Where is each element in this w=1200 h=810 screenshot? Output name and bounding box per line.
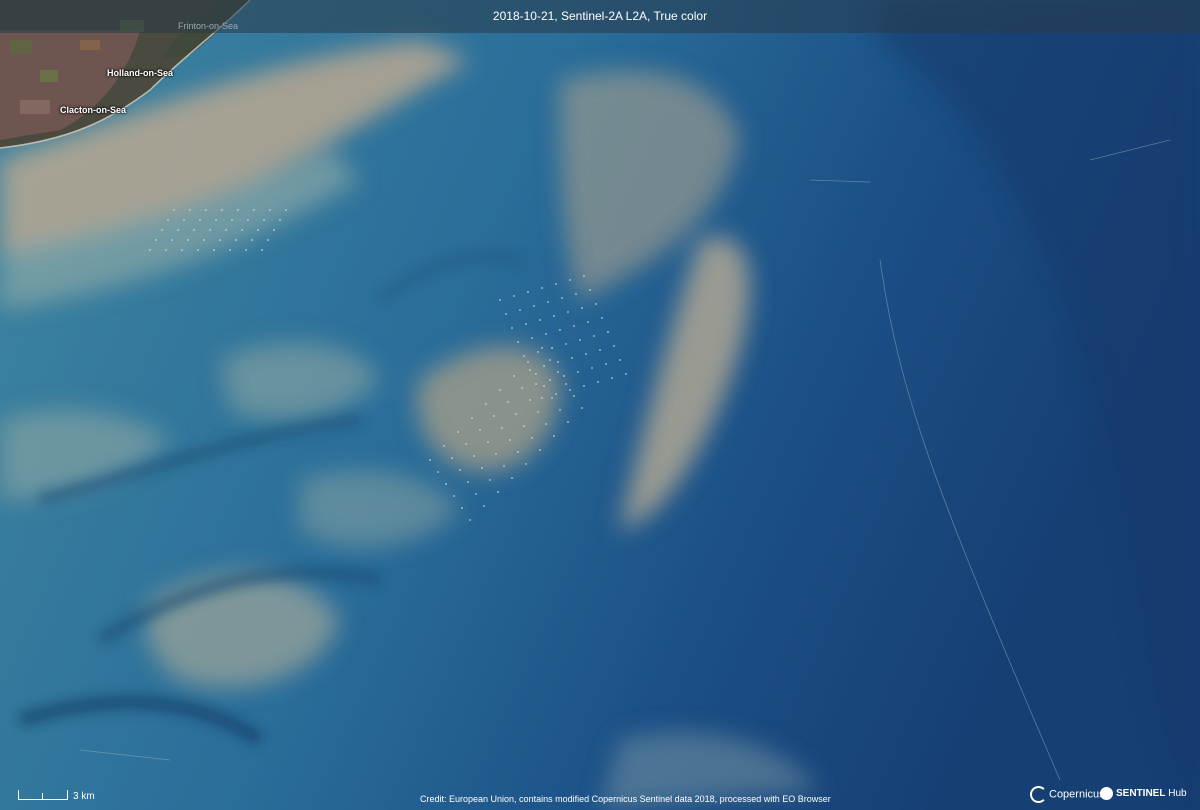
- place-label-frinton: Frinton-on-Sea: [178, 21, 239, 31]
- scale-bar-tick: [42, 793, 43, 799]
- sentinel-logo-rest: Hub: [1165, 788, 1187, 800]
- copernicus-logo-text: Copernicus: [1049, 788, 1105, 801]
- sentinel-hub-logo: SENTINEL Hub: [1100, 787, 1187, 800]
- satellite-image-frame: 2018-10-21, Sentinel-2A L2A, True color …: [0, 0, 1200, 810]
- credit-text: Credit: European Union, contains modifie…: [420, 794, 831, 804]
- sentinel-logo-bold: SENTINEL: [1116, 788, 1166, 800]
- copernicus-ring-icon: [1030, 786, 1047, 803]
- scale-label: 3 km: [73, 791, 95, 802]
- satellite-scene: [0, 0, 1200, 810]
- scale-bar: [18, 790, 68, 800]
- place-label-clacton: Clacton-on-Sea: [60, 105, 127, 115]
- copernicus-logo: Copernicus: [1030, 786, 1105, 803]
- sentinel-hub-icon: [1100, 787, 1113, 800]
- place-label-holland: Holland-on-Sea: [107, 68, 174, 78]
